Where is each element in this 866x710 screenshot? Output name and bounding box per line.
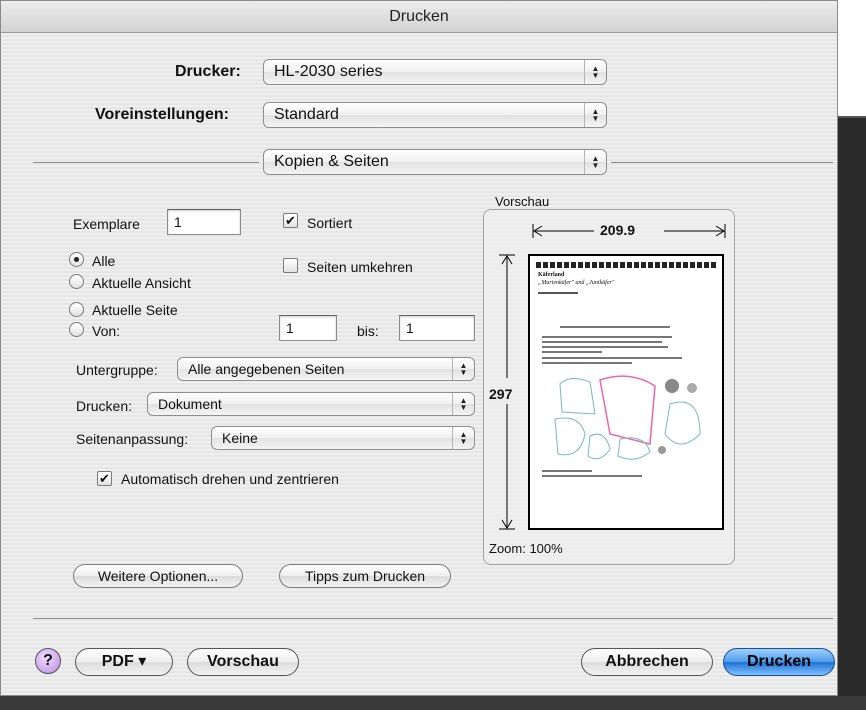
- doc-line: [542, 351, 602, 353]
- width-dimension: 209.9: [532, 222, 726, 240]
- presets-value: Standard: [274, 106, 339, 123]
- popup-arrows-icon: ▲ ▼: [452, 393, 474, 415]
- to-page-field[interactable]: 1: [399, 315, 475, 341]
- print-what-label: Drucken:: [76, 398, 133, 414]
- preview-button[interactable]: Vorschau: [187, 648, 299, 676]
- print-button[interactable]: Drucken: [723, 648, 835, 676]
- doc-line: [538, 292, 578, 294]
- print-tips-button[interactable]: Tipps zum Drucken: [279, 564, 451, 588]
- subset-label: Untergruppe:: [76, 362, 158, 378]
- printer-value: HL-2030 series: [274, 63, 383, 80]
- page-scaling-value: Keine: [222, 430, 258, 446]
- radio-current-page-label: Aktuelle Seite: [92, 302, 178, 318]
- reverse-checkbox[interactable]: [283, 258, 298, 273]
- printer-popup[interactable]: HL-2030 series ▲ ▼: [263, 59, 607, 85]
- radio-from-label: Von:: [92, 323, 121, 339]
- zoom-level: Zoom: 100%: [489, 541, 563, 556]
- separator-left: [33, 162, 259, 163]
- doc-line: [542, 341, 662, 343]
- printer-label: Drucker:: [175, 63, 241, 80]
- reverse-label: Seiten umkehren: [307, 259, 413, 275]
- auto-rotate-label: Automatisch drehen und zentrieren: [121, 471, 339, 487]
- auto-rotate-checkbox[interactable]: ✔: [97, 471, 112, 486]
- separator-right: [611, 162, 833, 163]
- width-dim-value: 209.9: [600, 222, 636, 238]
- from-page-field[interactable]: 1: [279, 315, 337, 341]
- radio-all[interactable]: [69, 252, 84, 267]
- bottom-separator: [33, 618, 833, 619]
- doc-title: Käferland: [538, 272, 565, 278]
- collated-label: Sortiert: [307, 215, 353, 231]
- presets-popup[interactable]: Standard ▲ ▼: [263, 102, 607, 128]
- doc-line: [542, 475, 642, 477]
- panel-value: Kopien & Seiten: [274, 153, 389, 170]
- page-scaling-label: Seitenanpassung:: [76, 431, 189, 447]
- subset-popup[interactable]: Alle angegebenen Seiten ▲ ▼: [177, 357, 475, 381]
- doc-line: [542, 470, 592, 472]
- presets-label: Voreinstellungen:: [95, 106, 229, 123]
- page-scaling-popup[interactable]: Keine ▲ ▼: [211, 426, 475, 450]
- radio-current-page[interactable]: [69, 302, 84, 317]
- doc-line: [542, 346, 668, 348]
- more-options-button[interactable]: Weitere Optionen...: [73, 564, 243, 588]
- collated-checkbox[interactable]: ✔: [283, 213, 298, 228]
- background-window-bottom: [0, 696, 866, 710]
- radio-current-view[interactable]: [69, 274, 84, 289]
- popup-arrows-icon: ▲ ▼: [584, 103, 606, 127]
- popup-arrows-icon: ▲ ▼: [584, 150, 606, 174]
- pdf-button[interactable]: PDF ▾: [75, 648, 173, 676]
- doc-line: [542, 357, 682, 359]
- print-dialog: Drucken Drucker: HL-2030 series ▲ ▼ Vorei…: [0, 0, 838, 696]
- height-dim-value: 297: [489, 386, 513, 402]
- help-button[interactable]: ?: [35, 648, 61, 674]
- popup-arrows-icon: ▲ ▼: [452, 358, 474, 380]
- copies-field[interactable]: 1: [167, 209, 241, 235]
- print-what-value: Dokument: [158, 396, 222, 412]
- panel-popup[interactable]: Kopien & Seiten ▲ ▼: [263, 149, 607, 175]
- copies-label: Exemplare: [73, 216, 140, 232]
- popup-arrows-icon: ▲ ▼: [452, 427, 474, 449]
- doc-line: [542, 336, 672, 338]
- doc-subtitle: „Marienkäfer" und „Junikäfer": [538, 280, 615, 286]
- subset-value: Alle angegebenen Seiten: [188, 361, 345, 377]
- print-what-popup[interactable]: Dokument ▲ ▼: [147, 392, 475, 416]
- page-header-border: [536, 262, 716, 268]
- radio-current-view-label: Aktuelle Ansicht: [92, 275, 191, 291]
- pattern-pieces-image: [554, 375, 701, 460]
- to-label: bis:: [357, 323, 379, 339]
- radio-all-label: Alle: [92, 253, 116, 269]
- cancel-button[interactable]: Abbrechen: [581, 648, 713, 676]
- dialog-title: Drucken: [1, 1, 837, 33]
- doc-line: [560, 326, 670, 328]
- radio-from[interactable]: [69, 322, 84, 337]
- preview-page: Käferland „Marienkäfer" und „Junikäfer": [528, 254, 724, 530]
- preview-label: Vorschau: [495, 194, 550, 209]
- doc-line: [542, 362, 632, 364]
- popup-arrows-icon: ▲ ▼: [584, 60, 606, 84]
